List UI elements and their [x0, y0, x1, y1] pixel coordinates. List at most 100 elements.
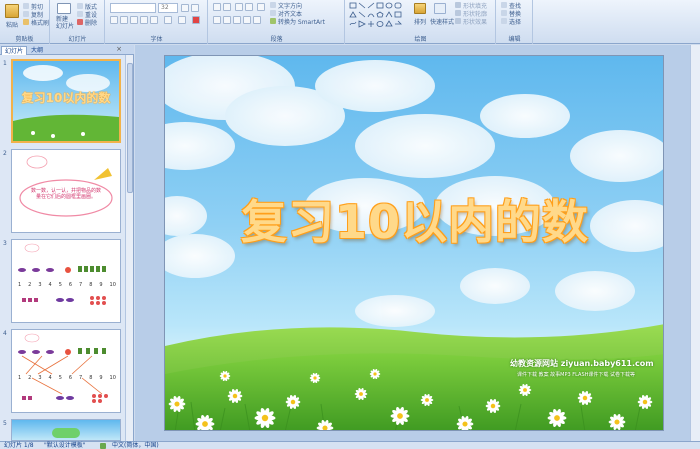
editor-scrollbar[interactable] [690, 45, 700, 441]
pane-tabs: 幻灯片 大纲 × [0, 45, 134, 55]
text-direction-icon[interactable] [270, 2, 276, 8]
number-label: 8 [89, 282, 93, 288]
align-right-icon[interactable] [233, 16, 241, 24]
theme-name: "默认设计模板" [44, 442, 86, 449]
select-icon[interactable] [501, 18, 507, 24]
shape-effects-icon[interactable] [455, 18, 461, 24]
decrease-indent-icon[interactable] [235, 3, 243, 11]
paste-icon[interactable] [5, 4, 19, 18]
number-label: 5 [58, 375, 62, 381]
paste-button[interactable]: 粘贴 [6, 20, 18, 29]
editing-group: 查找 替换 选择 编辑 [497, 0, 533, 44]
status-bar: 幻灯片 1/8 "默认设计模板" 中文(简体，中国) [0, 441, 700, 449]
ribbon: 粘贴 剪切 复制 格式刷 剪贴板 新建 幻灯片 版式 重设 删除 幻灯片 32 … [0, 0, 700, 44]
convert-smartart-button[interactable]: 转换为 SmartArt [278, 17, 325, 26]
close-icon[interactable]: × [116, 45, 122, 53]
number-label: 10 [109, 282, 116, 288]
format-painter-icon[interactable] [23, 19, 29, 25]
number-label: 9 [99, 282, 103, 288]
arrange-icon[interactable] [414, 3, 426, 14]
tab-outline[interactable]: 大纲 [28, 46, 46, 55]
language-indicator[interactable]: 中文(简体，中国) [112, 442, 159, 449]
underline-icon[interactable] [130, 16, 138, 24]
clipboard-group-label: 剪贴板 [15, 36, 34, 43]
slides-pane-scrollbar[interactable] [125, 55, 133, 441]
change-case-icon[interactable] [178, 16, 186, 24]
delete-button[interactable]: 删除 [85, 18, 97, 27]
shape-effects-button[interactable]: 形状效果 [463, 17, 487, 26]
numbering-icon[interactable] [223, 3, 231, 11]
font-color-icon[interactable] [192, 16, 200, 24]
align-text-icon[interactable] [270, 10, 276, 16]
shadow-icon[interactable] [150, 16, 158, 24]
slide-thumbnail-4[interactable]: 1 2 3 4 5 6 7 8 9 10 [11, 329, 121, 413]
font-size-field[interactable]: 32 [158, 3, 178, 13]
select-button[interactable]: 选择 [509, 17, 521, 26]
thumb5-shape [52, 428, 80, 438]
number-label: 7 [79, 282, 83, 288]
delete-icon[interactable] [77, 19, 83, 25]
number-label: 1 [18, 375, 22, 381]
format-painter-button[interactable]: 格式刷 [31, 18, 49, 27]
increase-indent-icon[interactable] [245, 3, 253, 11]
number-label: 10 [109, 375, 116, 381]
slide-thumbnail-2[interactable]: 数一数，认一认，并把物品的数量在它们后的圆框里画圈。 [11, 149, 121, 233]
slide-thumbnail-1[interactable]: 复习10以内的数 [11, 59, 121, 143]
number-label: 1 [18, 282, 22, 288]
line-spacing-icon[interactable] [257, 3, 265, 11]
justify-icon[interactable] [243, 16, 251, 24]
shrink-font-icon[interactable] [191, 4, 199, 12]
tab-slides[interactable]: 幻灯片 [1, 46, 28, 55]
number-label: 7 [79, 375, 83, 381]
new-slide-button[interactable]: 新建 幻灯片 [56, 16, 74, 30]
columns-icon[interactable] [253, 16, 261, 24]
cut-icon[interactable] [23, 3, 29, 9]
thumb4-numbers: 1 2 3 4 5 6 7 8 9 10 [18, 375, 116, 381]
slide-number: 3 [3, 240, 7, 247]
slide-number: 1 [3, 60, 7, 67]
slide-number: 2 [3, 150, 7, 157]
shape-fill-icon[interactable] [455, 2, 461, 8]
grow-font-icon[interactable] [181, 4, 189, 12]
copy-icon[interactable] [23, 11, 29, 17]
find-icon[interactable] [501, 2, 507, 8]
thumb4-items [18, 333, 108, 403]
thumb3-items [18, 243, 106, 305]
bold-icon[interactable] [110, 16, 118, 24]
smartart-icon[interactable] [270, 18, 276, 24]
arrange-button[interactable]: 排列 [414, 17, 426, 26]
slide-thumbnail-3[interactable]: 1 2 3 4 5 6 7 8 9 10 [11, 239, 121, 323]
new-slide-icon[interactable] [57, 3, 71, 14]
slide-thumbnail-5[interactable] [11, 419, 121, 441]
slide-title[interactable]: 复习10以内的数 [165, 186, 663, 252]
align-left-icon[interactable] [213, 16, 221, 24]
number-label: 8 [89, 375, 93, 381]
thumb3-numbers: 1 2 3 4 5 6 7 8 9 10 [18, 282, 116, 288]
slide-number: 5 [3, 420, 7, 427]
thumb1-title: 复习10以内的数 [21, 91, 111, 105]
char-spacing-icon[interactable] [164, 16, 172, 24]
quick-styles-button[interactable]: 快速样式 [430, 17, 454, 26]
bullets-icon[interactable] [213, 3, 221, 11]
italic-icon[interactable] [120, 16, 128, 24]
shapes-gallery[interactable] [349, 2, 407, 28]
clipboard-group: 粘贴 剪切 复制 格式刷 剪贴板 [0, 0, 50, 44]
number-label: 3 [38, 282, 42, 288]
layout-icon[interactable] [77, 3, 83, 9]
editing-group-label: 编辑 [508, 36, 521, 43]
scrollbar-thumb[interactable] [127, 63, 133, 193]
number-label: 2 [28, 282, 32, 288]
font-name-field[interactable] [110, 3, 156, 13]
number-label: 4 [48, 282, 52, 288]
replace-icon[interactable] [501, 10, 507, 16]
strikethrough-icon[interactable] [140, 16, 148, 24]
number-label: 4 [48, 375, 52, 381]
slide-canvas[interactable]: 复习10以内的数 幼教资源网站 ziyuan.baby611.com 课件下载 … [164, 55, 664, 431]
shape-outline-icon[interactable] [455, 10, 461, 16]
reset-icon[interactable] [77, 11, 83, 17]
watermark-site: 幼教资源网站 ziyuan.baby611.com [510, 359, 654, 368]
spellcheck-icon[interactable] [100, 443, 106, 449]
slide-editor: 复习10以内的数 幼教资源网站 ziyuan.baby611.com 课件下载 … [135, 45, 700, 441]
quick-styles-icon[interactable] [434, 3, 446, 14]
align-center-icon[interactable] [223, 16, 231, 24]
